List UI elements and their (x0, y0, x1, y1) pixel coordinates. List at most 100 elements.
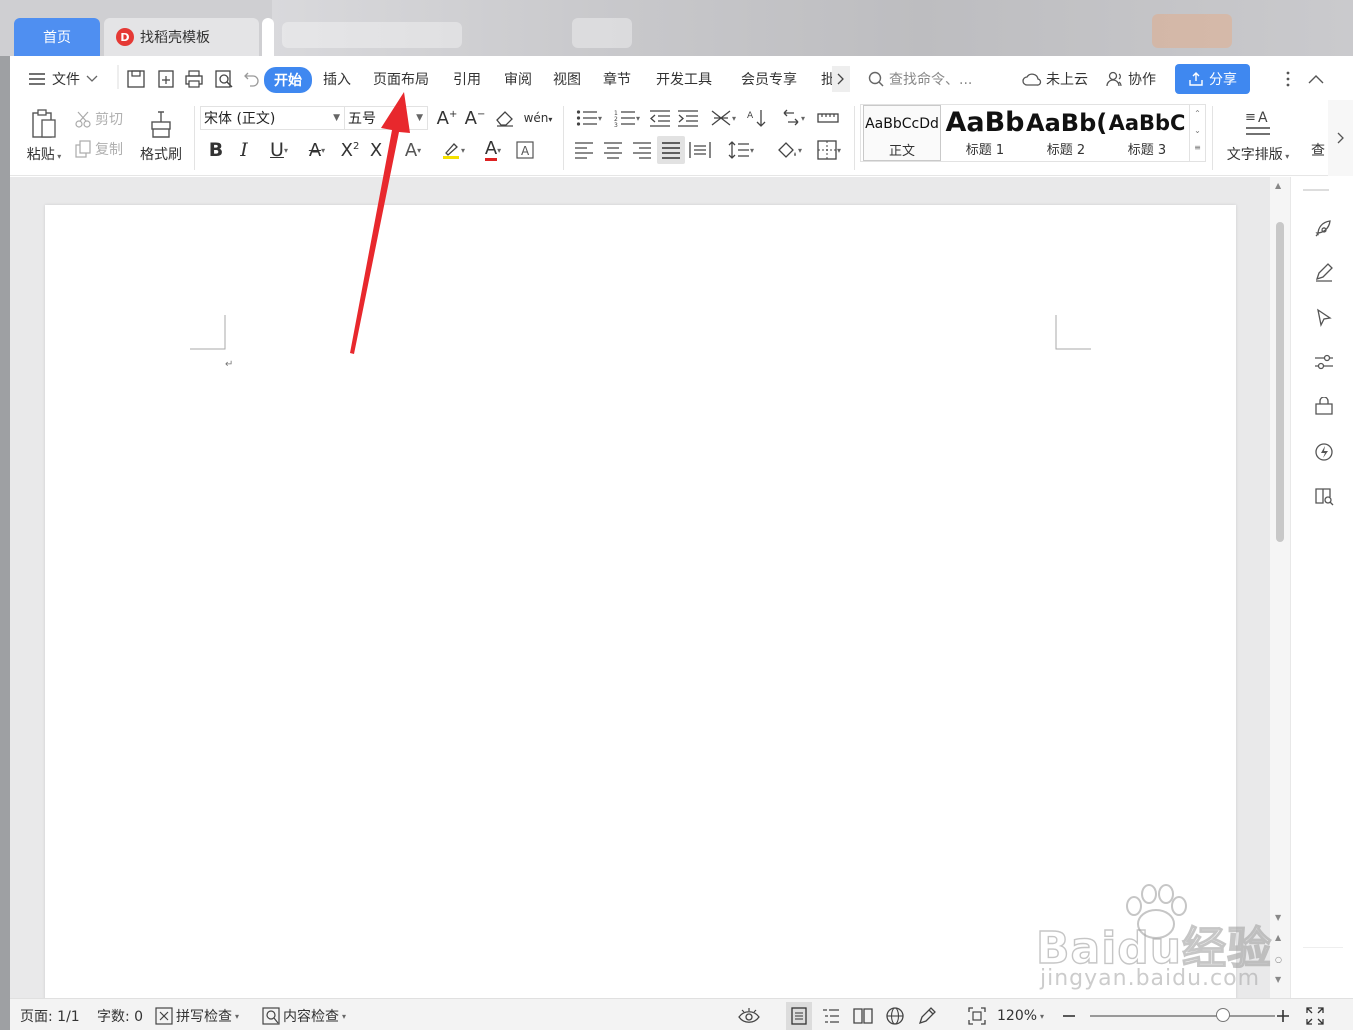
spell-check-button[interactable]: 拼写检查 ▾ (155, 1006, 239, 1026)
fullscreen-button[interactable] (1306, 1006, 1324, 1026)
align-center-button[interactable] (601, 138, 625, 162)
format-painter-button[interactable]: 格式刷 (136, 104, 186, 168)
line-spacing-button[interactable]: ▾ (724, 138, 758, 162)
bold-button[interactable]: B (206, 138, 226, 162)
save-button[interactable] (126, 68, 146, 90)
collapse-ribbon-button[interactable] (1308, 68, 1324, 90)
tab-start[interactable]: 开始 (264, 67, 312, 93)
share-button[interactable]: 分享 (1175, 64, 1250, 94)
ribbon-scroll-right-button[interactable] (1328, 100, 1353, 176)
align-left-button[interactable] (572, 138, 596, 162)
style-heading-1[interactable]: AaBb 标题 1 (945, 105, 1025, 161)
superscript-button[interactable]: X2 (338, 138, 362, 162)
font-name-select[interactable]: 宋体 (正文) ▼ (200, 106, 345, 130)
fit-page-button[interactable] (968, 1006, 986, 1026)
collaborate-button[interactable]: 协作 (1106, 68, 1156, 90)
highlight-button[interactable]: ▾ (436, 138, 470, 162)
show-hide-marks-button[interactable]: ▾ (776, 106, 810, 130)
chevron-down-icon[interactable]: ⌄ (1190, 122, 1205, 139)
zoom-slider[interactable] (1090, 1008, 1275, 1022)
chevron-up-icon[interactable]: ⌃ (1190, 105, 1205, 122)
write-mode-button[interactable] (917, 1006, 937, 1026)
justify-button[interactable] (657, 136, 685, 164)
numbered-list-button[interactable]: 1 2 3 ▾ (610, 106, 644, 130)
style-heading-2[interactable]: AaBb( 标题 2 (1026, 105, 1106, 161)
reading-view-button[interactable] (853, 1006, 873, 1026)
pen-icon[interactable] (1313, 261, 1335, 283)
tab-chapter[interactable]: 章节 (603, 68, 631, 90)
page-count[interactable]: 页面: 1/1 (20, 1006, 80, 1026)
find-replace-button[interactable]: 查 (1308, 138, 1328, 162)
phonetic-guide-button[interactable]: wén▾ (522, 106, 554, 130)
cursor-icon[interactable] (1313, 307, 1335, 329)
zoom-slider-thumb[interactable] (1216, 1008, 1231, 1022)
tabs-scroll-right-button[interactable] (832, 66, 850, 92)
tab-page-layout[interactable]: 页面布局 (373, 68, 429, 90)
print-button[interactable] (184, 68, 204, 90)
undo-button[interactable] (244, 68, 260, 90)
rocket-icon[interactable] (1313, 217, 1335, 239)
style-normal[interactable]: AaBbCcDd 正文 (863, 105, 941, 161)
sliders-icon[interactable] (1313, 351, 1335, 373)
tab-insert[interactable]: 插入 (323, 68, 351, 90)
distributed-align-button[interactable] (688, 138, 712, 162)
bullet-list-button[interactable]: ▾ (572, 106, 606, 130)
underline-button[interactable]: U ▾ (262, 138, 296, 162)
borders-button[interactable]: ▾ (812, 138, 846, 162)
print-preview-button[interactable] (214, 68, 234, 90)
paste-button[interactable]: 粘贴 ▾ (24, 104, 64, 168)
align-right-button[interactable] (630, 138, 654, 162)
page-view-button[interactable] (786, 1002, 812, 1030)
chinese-layout-button[interactable]: ▾ (706, 106, 740, 130)
word-count[interactable]: 字数: 0 (97, 1006, 143, 1026)
web-view-button[interactable] (885, 1006, 905, 1026)
cloud-status-button[interactable]: 未上云 (1022, 68, 1088, 90)
text-effect-button[interactable]: A ▾ (396, 138, 430, 162)
zoom-out-button[interactable] (1062, 1006, 1076, 1026)
tab-developer[interactable]: 开发工具 (656, 68, 712, 90)
command-search[interactable]: 查找命令、... (868, 68, 972, 90)
file-menu[interactable]: 文件 (28, 68, 98, 90)
zoom-level-select[interactable]: 120% ▾ (997, 1006, 1044, 1026)
book-search-icon[interactable] (1313, 485, 1335, 507)
italic-button[interactable]: I (234, 138, 254, 162)
shading-button[interactable]: ▾ (772, 138, 806, 162)
strikethrough-button[interactable]: A ▾ (300, 138, 334, 162)
grow-font-button[interactable]: A+ (436, 106, 458, 130)
style-heading-3[interactable]: AaBbC 标题 3 (1107, 105, 1187, 161)
shopping-bag-icon[interactable] (1313, 396, 1335, 418)
export-pdf-button[interactable] (156, 68, 176, 90)
more-styles-icon[interactable]: ≡ (1190, 139, 1205, 156)
lightning-icon[interactable] (1313, 441, 1335, 463)
tab-template[interactable]: D 找稻壳模板 (104, 18, 259, 56)
vertical-scrollbar[interactable]: ▲ ▼ ▲ ○ ▼ (1270, 177, 1290, 998)
character-border-button[interactable]: A (514, 138, 536, 162)
tab-home[interactable]: 首页 (14, 18, 100, 56)
increase-indent-button[interactable] (676, 106, 700, 130)
tab-stops-button[interactable] (816, 106, 840, 130)
tab-document[interactable] (262, 18, 274, 56)
select-browse-object-icon[interactable]: ○ (1275, 955, 1282, 964)
cut-button[interactable]: 剪切 (74, 108, 123, 130)
styles-scroll-controls[interactable]: ⌃ ⌄ ≡ (1189, 105, 1205, 161)
copy-button[interactable]: 复制 (74, 138, 123, 160)
clear-format-button[interactable] (494, 106, 516, 130)
tab-view[interactable]: 视图 (553, 68, 581, 90)
scroll-up-icon[interactable]: ▲ (1275, 181, 1281, 190)
document-page[interactable]: ↵ (45, 205, 1236, 1005)
font-color-button[interactable]: A ▾ (476, 138, 510, 162)
tab-references[interactable]: 引用 (453, 68, 481, 90)
shrink-font-button[interactable]: A− (464, 106, 486, 130)
tab-member[interactable]: 会员专享 (741, 68, 797, 90)
font-size-select[interactable]: 五号 ▼ (344, 106, 428, 130)
more-options-button[interactable] (1286, 68, 1290, 90)
eye-protection-button[interactable] (737, 1006, 761, 1026)
tab-review[interactable]: 审阅 (504, 68, 532, 90)
text-layout-button[interactable]: ≡ A 文字排版 ▾ (1222, 104, 1294, 168)
scrollbar-thumb[interactable] (1276, 222, 1284, 542)
zoom-in-button[interactable] (1276, 1006, 1290, 1026)
content-check-button[interactable]: 内容检查 ▾ (262, 1006, 346, 1026)
sort-button[interactable]: A (746, 106, 770, 130)
subscript-button[interactable]: X (366, 138, 386, 162)
outline-view-button[interactable] (822, 1006, 840, 1026)
